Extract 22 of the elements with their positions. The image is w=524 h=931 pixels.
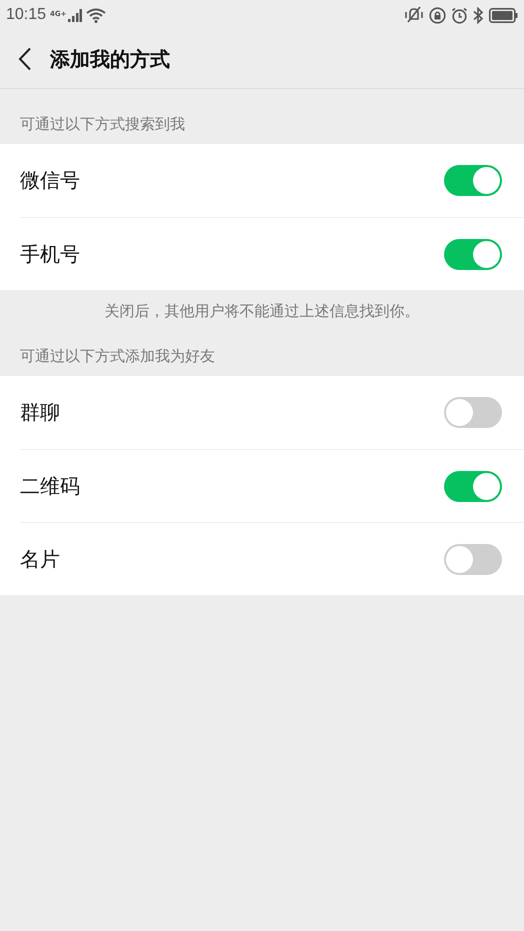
bluetooth-icon — [473, 6, 484, 24]
toggle-switch[interactable] — [444, 238, 502, 270]
toggle-switch[interactable] — [444, 544, 502, 574]
setting-label: 名片 — [20, 546, 60, 572]
signal-icon — [68, 8, 82, 22]
battery-icon — [489, 8, 518, 22]
toggle-switch[interactable] — [444, 165, 502, 196]
hint-text: 关闭后，其他用户将不能通过上述信息找到你。 — [104, 301, 420, 321]
setting-label: 微信号 — [20, 167, 80, 194]
section-label: 可通过以下方式搜索到我 — [19, 114, 186, 135]
wifi-icon — [86, 8, 106, 22]
alarm-icon — [451, 6, 468, 24]
vibrate-off-icon — [404, 6, 424, 24]
page-title: 添加我的方式 — [50, 46, 170, 72]
lock-rotation-icon — [429, 6, 446, 24]
toggle-switch[interactable] — [444, 397, 502, 428]
toggle-switch[interactable] — [444, 470, 502, 502]
setting-label: 群聊 — [20, 399, 60, 426]
status-time: 10:15 — [6, 6, 46, 24]
setting-label: 手机号 — [20, 240, 80, 268]
section-label: 可通过以下方式添加我为好友 — [19, 346, 216, 367]
setting-label: 二维码 — [20, 472, 80, 500]
